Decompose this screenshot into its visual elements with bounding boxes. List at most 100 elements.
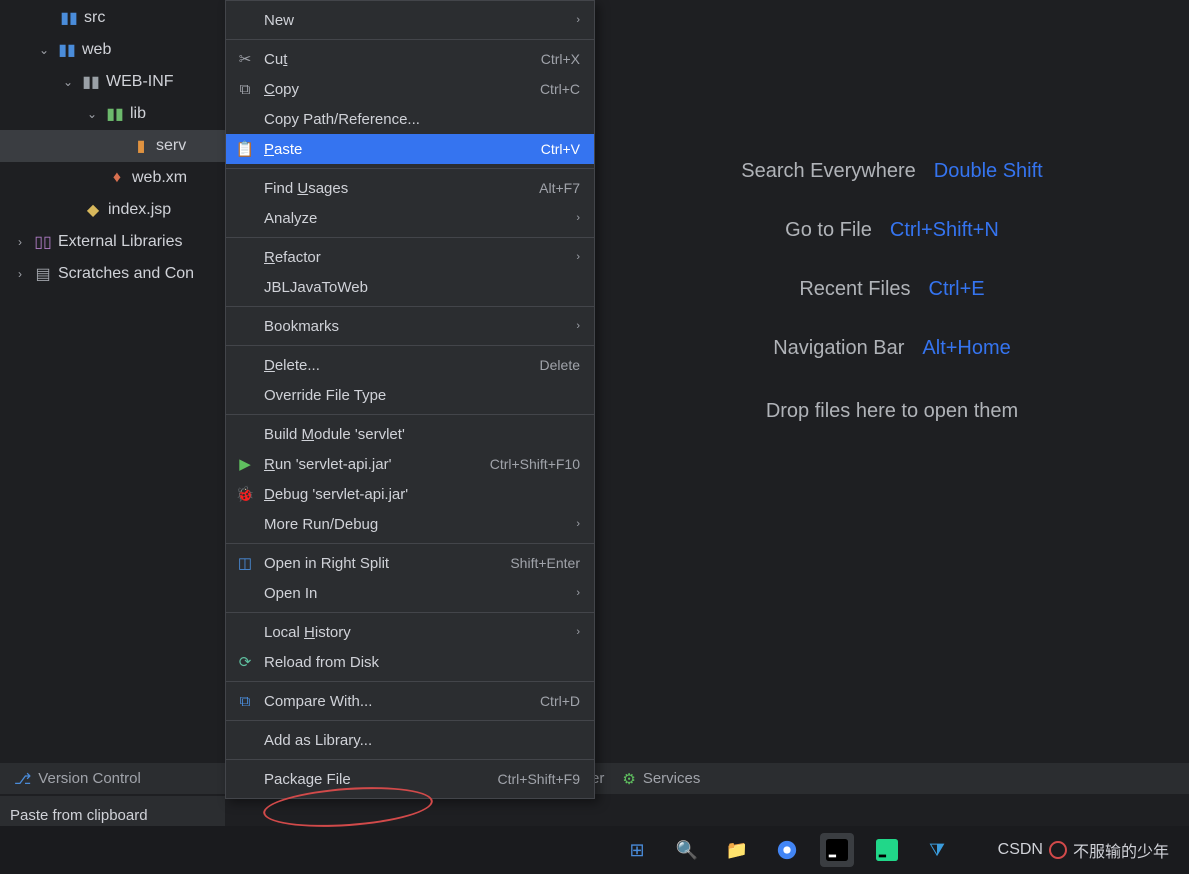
tree-label: lib <box>130 105 146 123</box>
menu-find-usages[interactable]: Find Usages Alt+F7 <box>226 173 594 203</box>
jar-icon: ▮ <box>132 137 150 155</box>
jsp-icon: ◆ <box>84 201 102 219</box>
submenu-arrow-icon: › <box>576 320 580 332</box>
menu-analyze[interactable]: Analyze › <box>226 203 594 233</box>
taskbar-start[interactable]: ⊞ <box>620 833 654 867</box>
menu-refactor[interactable]: Refactor › <box>226 242 594 272</box>
clipboard-icon: 📋 <box>236 140 254 158</box>
tree-item-webinf[interactable]: ⌄ ▮▮ WEB-INF <box>0 66 225 98</box>
blank-icon <box>236 248 254 266</box>
menu-build-module[interactable]: Build Module 'servlet' <box>226 419 594 449</box>
context-menu: New › ✂ Cut Ctrl+X ⧉ Copy Ctrl+C Copy Pa… <box>225 0 595 799</box>
chevron-down-icon: ⌄ <box>60 75 76 89</box>
submenu-arrow-icon: › <box>576 14 580 26</box>
diff-icon: ⧉ <box>236 692 254 710</box>
menu-separator <box>226 759 594 760</box>
tip-search-everywhere: Search Everywhere Double Shift <box>741 160 1043 183</box>
menu-add-as-library[interactable]: Add as Library... <box>226 725 594 755</box>
branch-icon: ⎇ <box>14 770 31 788</box>
taskbar-chrome[interactable] <box>770 833 804 867</box>
menu-override-file-type[interactable]: Override File Type <box>226 380 594 410</box>
menu-new[interactable]: New › <box>226 5 594 35</box>
menu-run[interactable]: ▶ Run 'servlet-api.jar' Ctrl+Shift+F10 <box>226 449 594 479</box>
menu-separator <box>226 543 594 544</box>
chevron-down-icon: ⌄ <box>84 107 100 121</box>
menu-separator <box>226 168 594 169</box>
blank-icon <box>236 209 254 227</box>
submenu-arrow-icon: › <box>576 212 580 224</box>
tree-item-scratches[interactable]: › ▤ Scratches and Con <box>0 258 225 290</box>
menu-debug[interactable]: 🐞 Debug 'servlet-api.jar' <box>226 479 594 509</box>
tree-item-src[interactable]: ▮▮ src <box>0 2 225 34</box>
menu-separator <box>226 414 594 415</box>
submenu-arrow-icon: › <box>576 518 580 530</box>
tree-item-indexjsp[interactable]: ◆ index.jsp <box>0 194 225 226</box>
tip-navigation-bar: Navigation Bar Alt+Home <box>773 337 1011 360</box>
submenu-arrow-icon: › <box>576 251 580 263</box>
library-icon: ▯▯ <box>34 233 52 251</box>
blank-icon <box>236 584 254 602</box>
menu-bookmarks[interactable]: Bookmarks › <box>226 311 594 341</box>
taskbar-intellij[interactable] <box>820 833 854 867</box>
tree-label: web <box>82 41 111 59</box>
blank-icon <box>236 317 254 335</box>
blank-icon <box>236 386 254 404</box>
submenu-arrow-icon: › <box>576 587 580 599</box>
blank-icon <box>236 356 254 374</box>
menu-copy-path[interactable]: Copy Path/Reference... <box>226 104 594 134</box>
menu-separator <box>226 306 594 307</box>
taskbar-vscode[interactable]: ⧩ <box>920 833 954 867</box>
folder-icon: ▮▮ <box>60 9 78 27</box>
menu-more-run-debug[interactable]: More Run/Debug › <box>226 509 594 539</box>
menu-compare-with[interactable]: ⧉ Compare With... Ctrl+D <box>226 686 594 716</box>
tip-go-to-file: Go to File Ctrl+Shift+N <box>785 219 999 242</box>
tree-item-webxml[interactable]: ♦ web.xm <box>0 162 225 194</box>
menu-reload-from-disk[interactable]: ⟳ Reload from Disk <box>226 647 594 677</box>
menu-jbljavatoweb[interactable]: JBLJavaToWeb <box>226 272 594 302</box>
tree-item-servlet-jar[interactable]: ▮ serv <box>0 130 225 162</box>
menu-open-right-split[interactable]: ◫ Open in Right Split Shift+Enter <box>226 548 594 578</box>
tree-item-lib[interactable]: ⌄ ▮▮ lib <box>0 98 225 130</box>
menu-paste[interactable]: 📋 Paste Ctrl+V <box>226 134 594 164</box>
tree-label: src <box>84 9 105 27</box>
menu-separator <box>226 720 594 721</box>
bug-icon: 🐞 <box>236 485 254 503</box>
blank-icon <box>236 623 254 641</box>
blank-icon <box>236 179 254 197</box>
blank-icon <box>236 731 254 749</box>
menu-local-history[interactable]: Local History › <box>226 617 594 647</box>
status-version-control[interactable]: ⎇ Version Control <box>14 770 141 788</box>
tree-item-external-libraries[interactable]: › ▯▯ External Libraries <box>0 226 225 258</box>
play-icon: ▶ <box>236 455 254 473</box>
menu-separator <box>226 39 594 40</box>
menu-open-in[interactable]: Open In › <box>226 578 594 608</box>
split-icon: ◫ <box>236 554 254 572</box>
blank-icon <box>236 770 254 788</box>
taskbar-pycharm[interactable] <box>870 833 904 867</box>
menu-separator <box>226 612 594 613</box>
menu-separator <box>226 237 594 238</box>
menu-cut[interactable]: ✂ Cut Ctrl+X <box>226 44 594 74</box>
tree-label: index.jsp <box>108 201 171 219</box>
tree-item-web[interactable]: ⌄ ▮▮ web <box>0 34 225 66</box>
blank-icon <box>236 110 254 128</box>
taskbar-explorer[interactable]: 📁 <box>720 833 754 867</box>
menu-separator <box>226 345 594 346</box>
tree-label: WEB-INF <box>106 73 174 91</box>
scissors-icon: ✂ <box>236 50 254 68</box>
tree-label: Scratches and Con <box>58 265 194 283</box>
tree-label: serv <box>156 137 186 155</box>
menu-copy[interactable]: ⧉ Copy Ctrl+C <box>226 74 594 104</box>
menu-package-file[interactable]: Package File Ctrl+Shift+F9 <box>226 764 594 794</box>
folder-icon: ▮▮ <box>58 41 76 59</box>
copy-icon: ⧉ <box>236 80 254 98</box>
tree-label: web.xm <box>132 169 187 187</box>
drop-hint: Drop files here to open them <box>766 400 1018 423</box>
project-tree: ▮▮ src ⌄ ▮▮ web ⌄ ▮▮ WEB-INF ⌄ ▮▮ lib ▮ … <box>0 0 225 874</box>
taskbar-search[interactable]: 🔍 <box>670 833 704 867</box>
status-services[interactable]: ⚙ Services <box>622 770 700 788</box>
menu-delete[interactable]: Delete... Delete <box>226 350 594 380</box>
blank-icon <box>236 515 254 533</box>
blank-icon <box>236 425 254 443</box>
tree-label: External Libraries <box>58 233 183 251</box>
